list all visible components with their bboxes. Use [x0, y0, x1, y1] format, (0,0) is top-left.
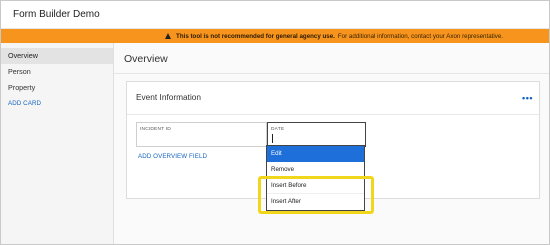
menu-item-remove[interactable]: Remove	[267, 162, 364, 178]
banner-warning-text: This tool is not recommended for general…	[176, 32, 335, 40]
more-horizontal-icon[interactable]: •••	[522, 93, 533, 103]
page-title: Overview	[124, 53, 168, 65]
menu-item-insert-before[interactable]: Insert Before	[267, 178, 364, 194]
divider	[127, 114, 539, 115]
sidebar-item-person[interactable]: Person	[1, 64, 113, 80]
card-title: Event Information	[136, 92, 202, 102]
context-menu: Edit Remove Insert Before Insert After	[266, 145, 365, 211]
divider	[114, 73, 549, 74]
app-title: Form Builder Demo	[13, 9, 100, 20]
add-card-button[interactable]: ADD CARD	[1, 96, 113, 112]
main-content: Overview Event Information ••• INCIDENT …	[114, 43, 549, 244]
field-label: DATE	[271, 127, 285, 132]
date-field[interactable]: DATE	[267, 122, 366, 147]
sidebar-item-property[interactable]: Property	[1, 80, 113, 96]
incident-id-field[interactable]: INCIDENT ID	[136, 122, 267, 147]
warning-triangle-icon	[165, 32, 172, 39]
text-caret	[272, 134, 273, 143]
warning-banner: This tool is not recommended for general…	[1, 29, 549, 43]
sidebar: Overview Person Property ADD CARD	[1, 43, 114, 244]
menu-item-edit[interactable]: Edit	[267, 146, 364, 162]
add-overview-field-button[interactable]: ADD OVERVIEW FIELD	[138, 153, 207, 160]
field-label: INCIDENT ID	[140, 127, 171, 132]
menu-item-insert-after[interactable]: Insert After	[267, 194, 364, 210]
banner-info-text: For additional information, contact your…	[337, 32, 503, 40]
sidebar-item-overview[interactable]: Overview	[1, 48, 113, 64]
app-title-bar: Form Builder Demo	[1, 1, 549, 29]
